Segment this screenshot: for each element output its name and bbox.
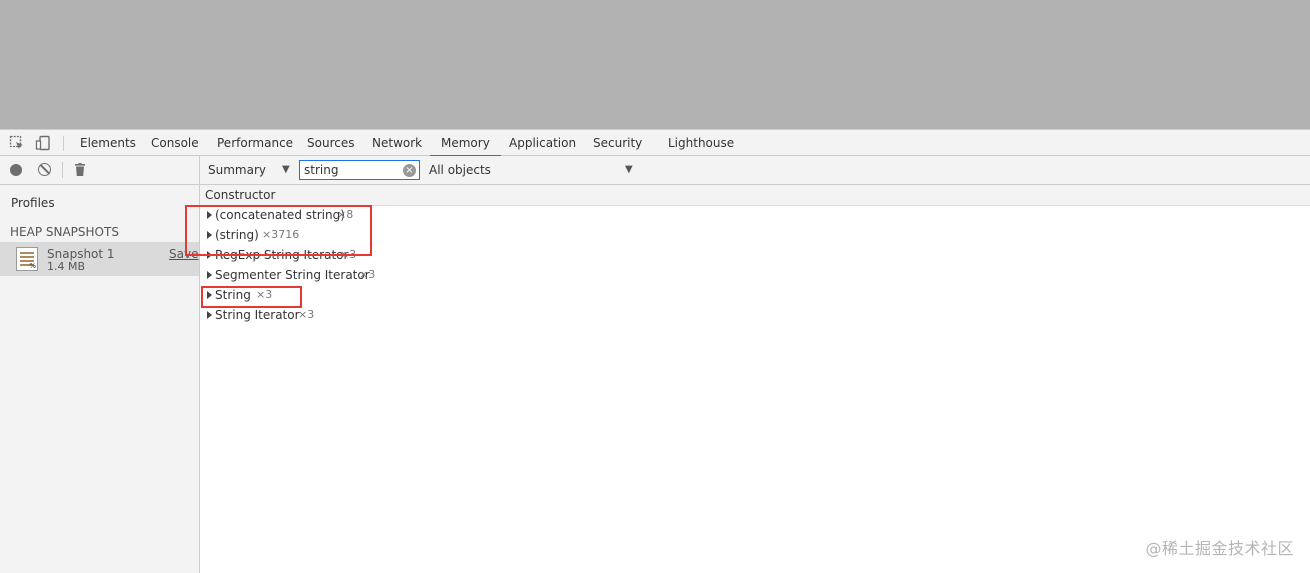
snapshot-name: Snapshot 1 <box>47 247 115 261</box>
tab-network[interactable]: Network <box>361 130 433 156</box>
instance-count: ×3 <box>359 268 376 281</box>
snapshot-size: 1.4 MB <box>47 260 86 273</box>
tab-elements[interactable]: Elements <box>69 130 147 156</box>
expand-triangle-icon[interactable] <box>207 271 212 279</box>
devtools-tabbar: Elements Console Performance Sources Net… <box>0 129 1310 157</box>
clear-filter-icon[interactable]: × <box>403 164 416 177</box>
snapshot-item[interactable]: % Snapshot 1 1.4 MB Save <box>0 242 199 276</box>
annotation-highlight-box <box>185 205 372 256</box>
objects-select[interactable]: All objects <box>429 156 491 184</box>
profiles-label: Profiles <box>11 196 55 210</box>
inspected-page-area <box>0 0 1310 129</box>
inspect-element-icon[interactable] <box>9 135 25 151</box>
class-filter-input[interactable] <box>299 160 420 180</box>
column-header-label: Constructor <box>205 188 276 202</box>
watermark: @稀土掘金技术社区 <box>1145 539 1294 558</box>
table-row[interactable]: Segmenter String Iterator ×3 <box>200 266 1310 286</box>
tab-console[interactable]: Console <box>140 130 210 156</box>
devtools-panel: Elements Console Performance Sources Net… <box>0 129 1310 573</box>
chevron-down-icon: ▼ <box>282 164 290 175</box>
heap-summary-grid: Constructor (concatenated string) ×8 (st… <box>185 185 1310 573</box>
profiles-sidebar: Profiles HEAP SNAPSHOTS % Snapshot 1 1.4… <box>0 185 200 573</box>
heap-snapshots-header: HEAP SNAPSHOTS <box>10 225 119 239</box>
sidebar-divider <box>199 156 200 184</box>
tab-application[interactable]: Application <box>498 130 587 156</box>
tab-lighthouse[interactable]: Lighthouse <box>657 130 745 156</box>
tab-sources[interactable]: Sources <box>296 130 365 156</box>
device-toolbar-icon[interactable] <box>35 135 51 151</box>
tab-memory[interactable]: Memory <box>430 130 501 157</box>
constructor-name: String Iterator <box>215 308 300 322</box>
memory-toolbar: Summary ▼ × All objects ▼ <box>0 156 1310 185</box>
table-row[interactable]: String Iterator ×3 <box>200 306 1310 326</box>
chevron-down-icon: ▼ <box>625 164 633 175</box>
tabbar-separator <box>63 136 64 151</box>
trash-icon[interactable] <box>75 163 85 176</box>
constructor-column-header[interactable]: Constructor <box>200 185 1310 206</box>
view-select[interactable]: Summary <box>208 156 266 184</box>
snapshot-icon: % <box>16 247 38 271</box>
toolbar-separator <box>62 162 63 178</box>
instance-count: ×3 <box>298 308 315 321</box>
tab-security[interactable]: Security <box>582 130 653 156</box>
tab-performance[interactable]: Performance <box>206 130 304 156</box>
constructor-name: Segmenter String Iterator <box>215 268 370 282</box>
table-row[interactable]: String ×3 <box>200 286 1310 306</box>
record-icon[interactable] <box>10 164 22 176</box>
annotation-highlight-box <box>201 286 302 308</box>
clear-all-icon[interactable] <box>38 163 51 176</box>
expand-triangle-icon[interactable] <box>207 311 212 319</box>
